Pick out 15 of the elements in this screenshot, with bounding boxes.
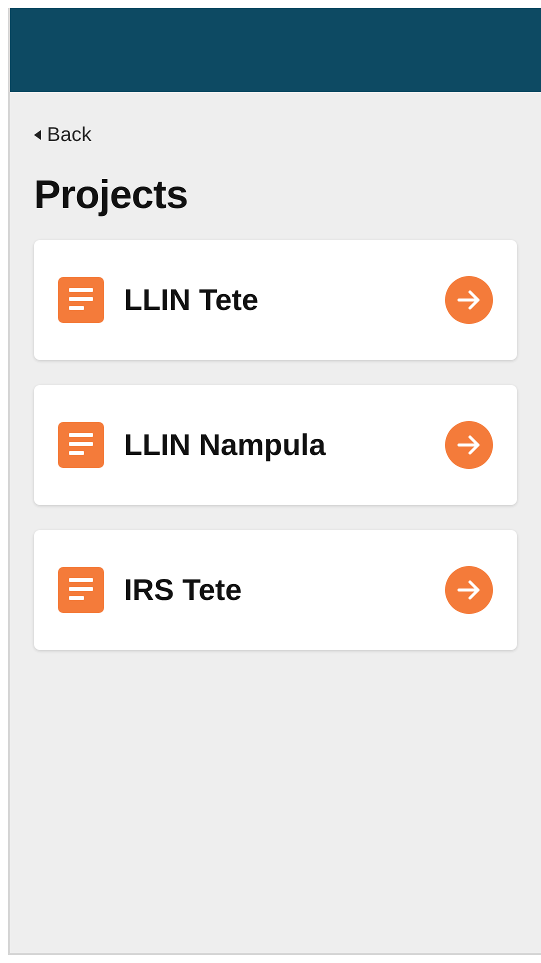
project-card[interactable]: LLIN Nampula [34,385,517,505]
document-icon [58,422,104,468]
project-card[interactable]: IRS Tete [34,530,517,650]
document-icon [58,567,104,613]
arrow-right-icon[interactable] [445,421,493,469]
back-link[interactable]: Back [34,120,92,150]
caret-left-icon [34,130,41,140]
project-name: LLIN Nampula [124,428,327,464]
document-icon [58,277,104,323]
project-card[interactable]: LLIN Tete [34,240,517,360]
page-title: Projects [34,172,189,219]
project-name: LLIN Tete [124,282,260,318]
project-name: IRS Tete [124,572,243,608]
arrow-right-icon[interactable] [445,566,493,614]
arrow-right-icon[interactable] [445,276,493,324]
